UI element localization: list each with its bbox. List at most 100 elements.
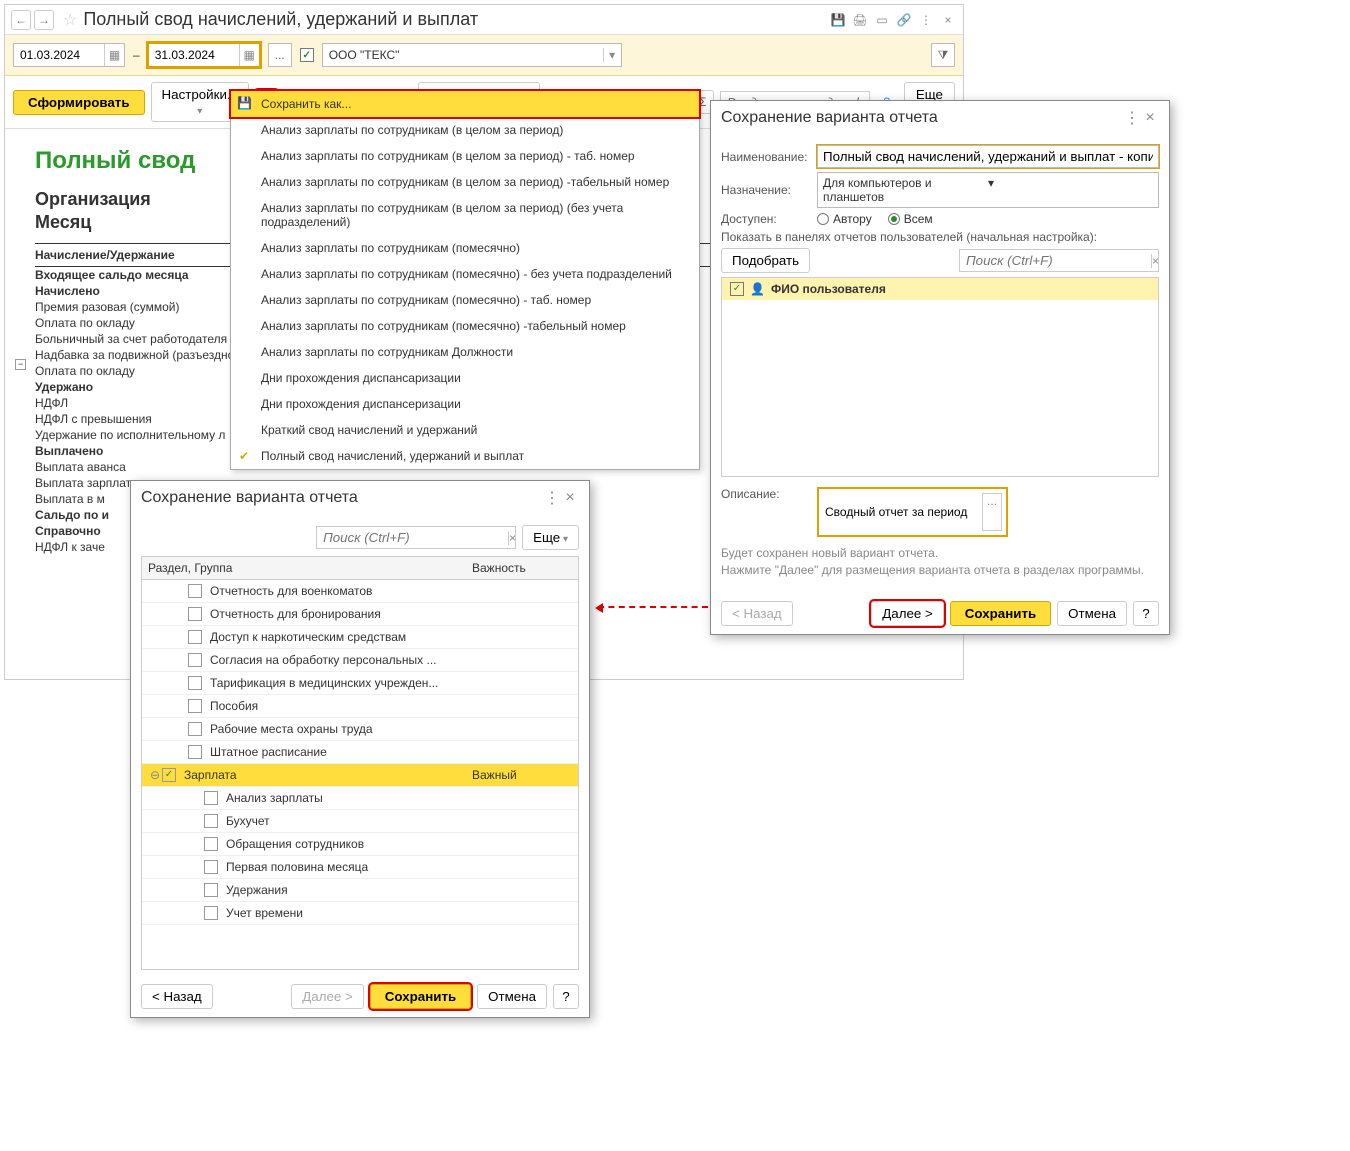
print-icon[interactable]: 🖨 — [851, 11, 869, 29]
radio-author[interactable]: Автору — [817, 212, 872, 226]
kebab-icon[interactable]: ⋮ — [543, 489, 561, 507]
section-checkbox[interactable] — [162, 768, 176, 782]
desc-input-wrapper: ... — [817, 487, 1008, 537]
calendar-icon[interactable]: ▦ — [104, 44, 124, 66]
section-checkbox[interactable] — [188, 584, 202, 598]
section-checkbox[interactable] — [188, 676, 202, 690]
section-checkbox[interactable] — [204, 837, 218, 851]
nav-forward-button[interactable]: → — [34, 10, 54, 30]
menu-item-variant[interactable]: Анализ зарплаты по сотрудникам (помесячн… — [231, 235, 699, 261]
tree-toggle[interactable]: − — [15, 359, 26, 370]
section-row[interactable]: Рабочие места охраны труда — [142, 718, 578, 741]
radio-all[interactable]: Всем — [888, 212, 933, 226]
section-checkbox[interactable] — [188, 722, 202, 736]
document-icon[interactable]: ▭ — [873, 11, 891, 29]
date-to-input[interactable]: ▦ — [148, 43, 260, 67]
menu-item-variant[interactable]: Анализ зарплаты по сотрудникам (в целом … — [231, 169, 699, 195]
section-checkbox[interactable] — [204, 791, 218, 805]
user-icon: 👤 — [750, 282, 765, 296]
section-checkbox[interactable] — [188, 607, 202, 621]
section-checkbox[interactable] — [204, 860, 218, 874]
user-search-input[interactable]: × — [959, 249, 1159, 272]
menu-item-variant[interactable]: Краткий свод начислений и удержаний — [231, 417, 699, 443]
calendar-icon[interactable]: ▦ — [239, 44, 259, 66]
org-select[interactable]: ООО "ТЕКС" ▾ — [322, 43, 622, 67]
menu-item-variant[interactable]: Анализ зарплаты по сотрудникам (помесячн… — [231, 313, 699, 339]
section-checkbox[interactable] — [204, 814, 218, 828]
dest-label: Назначение: — [721, 183, 811, 197]
close-icon[interactable]: × — [561, 489, 579, 507]
dest-select[interactable]: Для компьютеров и планшетов ▾ — [817, 172, 1159, 208]
name-input[interactable] — [817, 145, 1159, 168]
menu-item-variant[interactable]: Дни прохождения диспансаризации — [231, 365, 699, 391]
section-row[interactable]: Согласия на обработку персональных ... — [142, 649, 578, 672]
section-row[interactable]: Обращения сотрудников — [142, 833, 578, 856]
section-row[interactable]: Бухучет — [142, 810, 578, 833]
menu-item-variant[interactable]: Анализ зарплаты по сотрудникам (в целом … — [231, 195, 699, 235]
kebab-icon[interactable]: ⋮ — [917, 11, 935, 29]
clear-icon[interactable]: × — [508, 531, 516, 545]
nav-back-button[interactable]: ← — [11, 10, 31, 30]
section-checkbox[interactable] — [188, 630, 202, 644]
save-button[interactable]: Сохранить — [950, 601, 1051, 626]
org-filter-checkbox[interactable] — [300, 48, 314, 62]
menu-item-variant[interactable]: Анализ зарплаты по сотрудникам (помесячн… — [231, 287, 699, 313]
favorite-icon[interactable]: ☆ — [63, 10, 77, 30]
pick-button[interactable]: Подобрать — [721, 248, 810, 273]
generate-button[interactable]: Сформировать — [13, 90, 145, 115]
menu-item-variant[interactable]: Анализ зарплаты по сотрудникам (помесячн… — [231, 261, 699, 287]
help-button[interactable]: ? — [1133, 601, 1159, 626]
section-row[interactable]: Доступ к наркотическим средствам — [142, 626, 578, 649]
kebab-icon[interactable]: ⋮ — [1123, 109, 1141, 127]
menu-item-variant[interactable]: Дни прохождения диспансеризации — [231, 391, 699, 417]
back-button[interactable]: < Назад — [141, 984, 213, 1009]
section-row[interactable]: Учет времени — [142, 902, 578, 925]
section-checkbox[interactable] — [188, 745, 202, 759]
menu-item-variant[interactable]: Анализ зарплаты по сотрудникам (в целом … — [231, 143, 699, 169]
menu-item-variant[interactable]: Анализ зарплаты по сотрудникам (в целом … — [231, 117, 699, 143]
section-row[interactable]: ⊖ЗарплатаВажный — [142, 764, 578, 787]
section-checkbox[interactable] — [188, 699, 202, 713]
menu-item-save-as[interactable]: 💾 Сохранить как... — [231, 91, 699, 117]
next-button[interactable]: Далее > — [291, 984, 364, 1009]
section-row[interactable]: Пособия — [142, 695, 578, 718]
section-search-input[interactable]: × — [316, 526, 516, 549]
section-row[interactable]: Отчетность для бронирования — [142, 603, 578, 626]
section-row[interactable]: Первая половина месяца — [142, 856, 578, 879]
section-checkbox[interactable] — [204, 906, 218, 920]
chevron-down-icon[interactable]: ▾ — [603, 48, 621, 62]
section-checkbox[interactable] — [188, 653, 202, 667]
more-button[interactable]: Еще — [522, 525, 579, 550]
section-row[interactable]: Отчетность для военкоматов — [142, 580, 578, 603]
section-row[interactable]: Тарификация в медицинских учрежден... — [142, 672, 578, 695]
menu-item-variant[interactable]: Анализ зарплаты по сотрудникам Должности — [231, 339, 699, 365]
menu-item-variant[interactable]: ✔Полный свод начислений, удержаний и вып… — [231, 443, 699, 469]
cancel-button[interactable]: Отмена — [477, 984, 547, 1009]
name-label: Наименование: — [721, 150, 811, 164]
section-row[interactable]: Анализ зарплаты — [142, 787, 578, 810]
desc-more-button[interactable]: ... — [982, 493, 1002, 531]
date-to-field[interactable] — [149, 46, 239, 64]
filter-funnel-button[interactable]: ⧩ — [931, 43, 955, 67]
period-picker-button[interactable]: ... — [268, 43, 292, 67]
save-button[interactable]: Сохранить — [370, 984, 471, 1009]
cancel-button[interactable]: Отмена — [1057, 601, 1127, 626]
help-button[interactable]: ? — [553, 984, 579, 1009]
date-from-field[interactable] — [14, 46, 104, 64]
user-row[interactable]: 👤 ФИО пользователя — [722, 278, 1158, 300]
clear-icon[interactable]: × — [1151, 254, 1159, 268]
user-checkbox[interactable] — [730, 282, 744, 296]
date-from-input[interactable]: ▦ — [13, 43, 125, 67]
desc-input[interactable] — [823, 493, 982, 531]
section-checkbox[interactable] — [204, 883, 218, 897]
section-row[interactable]: Удержания — [142, 879, 578, 902]
close-icon[interactable]: × — [939, 11, 957, 29]
section-row[interactable]: Штатное расписание — [142, 741, 578, 764]
col-section: Раздел, Группа — [148, 561, 472, 575]
save-icon[interactable]: 💾 — [829, 11, 847, 29]
back-button[interactable]: < Назад — [721, 601, 793, 626]
next-button[interactable]: Далее > — [871, 601, 944, 626]
sections-list[interactable]: Отчетность для военкоматовОтчетность для… — [141, 580, 579, 970]
close-icon[interactable]: × — [1141, 109, 1159, 127]
link-icon[interactable]: 🔗 — [895, 11, 913, 29]
